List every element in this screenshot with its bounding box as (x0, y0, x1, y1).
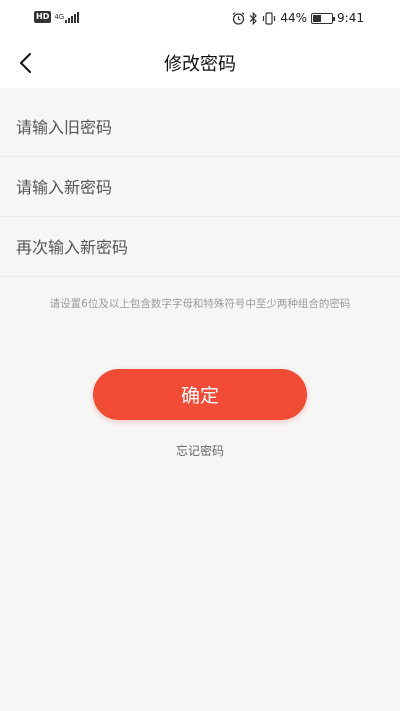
status-right: 44% 9:41 (232, 11, 364, 25)
confirm-button[interactable]: 确定 (93, 369, 307, 420)
password-rule-hint: 请设置6位及以上包含数字字母和特殊符号中至少两种组合的密码 (49, 298, 351, 310)
battery-percent: 44% (280, 11, 308, 25)
forgot-password-link[interactable]: 忘记密码 (0, 442, 400, 459)
bluetooth-icon (249, 11, 258, 25)
new-password-field[interactable] (0, 159, 400, 216)
hd-badge: HD (34, 11, 52, 23)
clock-time: 9:41 (337, 11, 364, 25)
battery-level-fill (313, 14, 321, 22)
vibrate-icon (263, 11, 276, 25)
network-type-label: 4G (54, 12, 65, 21)
old-password-field[interactable] (0, 99, 400, 156)
confirm-password-field[interactable] (0, 219, 400, 276)
battery-icon (311, 12, 336, 24)
status-bar: HD 4G 44% 9:41 (0, 0, 400, 38)
new-password-row (0, 159, 400, 217)
change-password-screen: HD 4G 44% 9:41 修改密码 请设置6位及以上包含数字字母和特殊符号中… (0, 0, 400, 711)
signal-icon (65, 11, 80, 23)
status-left: HD 4G (34, 11, 80, 23)
alarm-icon (232, 11, 245, 25)
confirm-password-row (0, 219, 400, 277)
nav-bar: 修改密码 (0, 38, 400, 88)
page-title: 修改密码 (164, 54, 236, 75)
old-password-row (0, 99, 400, 157)
